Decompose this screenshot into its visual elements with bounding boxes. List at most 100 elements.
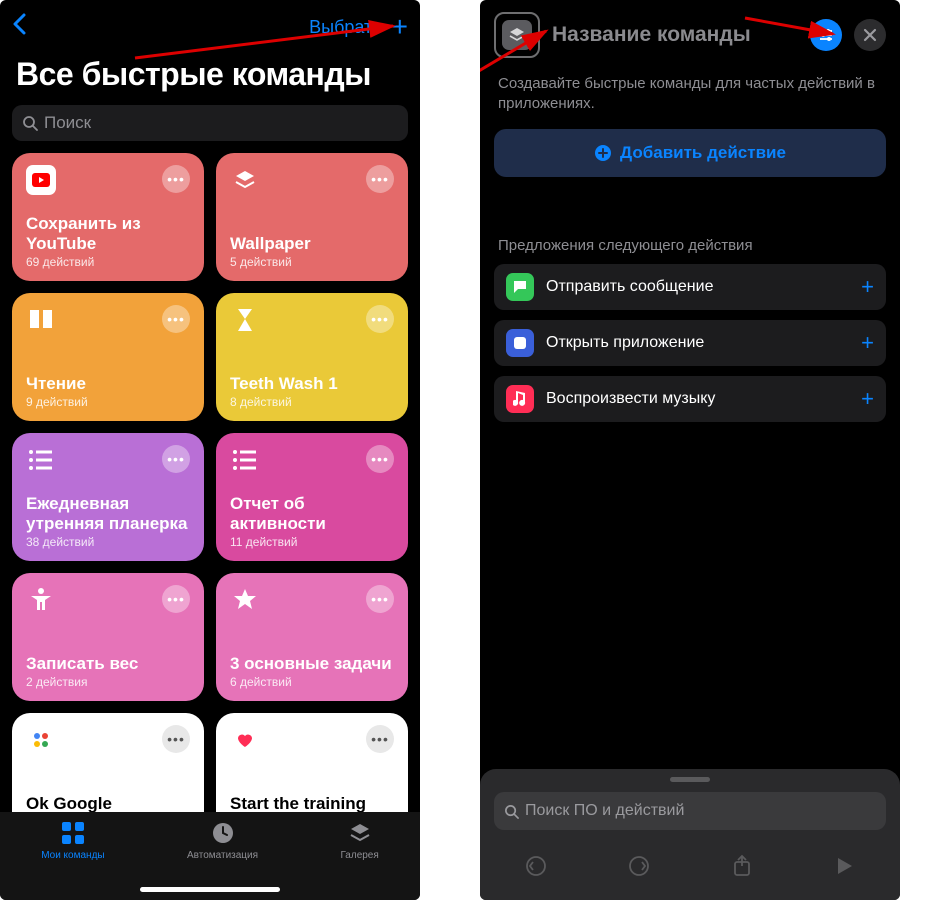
search-icon: [504, 804, 519, 819]
suggestion-row[interactable]: Отправить сообщение +: [494, 264, 886, 310]
card-more-button[interactable]: •••: [162, 585, 190, 613]
search-placeholder: Поиск: [44, 113, 91, 133]
toolbar-row: [480, 840, 900, 900]
add-suggestion-button[interactable]: +: [861, 274, 874, 300]
suggestions-header: Предложения следующего действия: [480, 177, 900, 264]
card-more-button[interactable]: •••: [366, 585, 394, 613]
redo-button[interactable]: [617, 848, 661, 884]
stack-icon: [508, 26, 526, 44]
search-input[interactable]: Поиск: [12, 105, 408, 141]
shortcut-icon-picker[interactable]: [494, 12, 540, 58]
suggestion-icon: [506, 385, 534, 413]
select-button[interactable]: Выбрать: [309, 17, 382, 38]
tab-label: Мои команды: [41, 850, 104, 861]
suggestion-label: Отправить сообщение: [546, 278, 713, 296]
card-more-button[interactable]: •••: [366, 725, 394, 753]
card-icon: [26, 165, 56, 195]
shortcut-editor-screen: Название команды Создавайте быстрые кома…: [480, 0, 900, 900]
drawer-grabber[interactable]: [670, 777, 710, 782]
suggestion-row[interactable]: Открыть приложение+: [494, 320, 886, 366]
card-title: Ok Google: [26, 794, 190, 812]
card-title: Ежедневная утренняя планерка: [26, 494, 190, 533]
search-icon: [22, 115, 38, 131]
card-icon: [230, 445, 260, 475]
card-title: Отчет об активности: [230, 494, 394, 533]
home-indicator[interactable]: [140, 887, 280, 892]
shortcut-card[interactable]: ••• Записать вес2 действия: [12, 573, 204, 701]
card-subtitle: 9 действий: [26, 395, 190, 409]
suggestion-label: Воспроизвести музыку: [546, 390, 715, 408]
shortcut-card[interactable]: •••Ok GoogleHey Google: [12, 713, 204, 811]
card-more-button[interactable]: •••: [162, 165, 190, 193]
shortcut-card[interactable]: ••• Ежедневная утренняя планерка 38 действ…: [12, 433, 204, 561]
card-title: Start the training: [230, 794, 394, 812]
shortcut-card[interactable]: •••Wallpaper5 действий: [216, 153, 408, 281]
card-more-button[interactable]: •••: [162, 725, 190, 753]
shortcut-card[interactable]: ••• 3 основные задачи6 действий: [216, 573, 408, 701]
card-icon: [230, 725, 260, 755]
card-icon: [230, 305, 260, 335]
shortcut-card[interactable]: •••Start the trainingТренировки: [216, 713, 408, 811]
run-button[interactable]: [823, 848, 867, 884]
card-more-button[interactable]: •••: [162, 305, 190, 333]
card-subtitle: 38 действий: [26, 535, 190, 549]
add-suggestion-button[interactable]: +: [861, 330, 874, 356]
page-title: Все быстрые команды: [0, 48, 420, 105]
card-icon: [26, 305, 56, 335]
add-action-button[interactable]: Добавить действие: [494, 129, 886, 177]
card-title: 3 основные задачи: [230, 654, 394, 674]
shortcuts-library-screen: Выбрать + Все быстрые команды Поиск •••С…: [0, 0, 420, 900]
actions-drawer[interactable]: Поиск ПО и действий: [480, 769, 900, 900]
card-subtitle: 2 действия: [26, 675, 190, 689]
close-button[interactable]: [854, 19, 886, 51]
card-subtitle: 8 действий: [230, 395, 394, 409]
card-title: Wallpaper: [230, 234, 394, 254]
card-icon: [26, 445, 56, 475]
card-more-button[interactable]: •••: [366, 165, 394, 193]
helper-text: Создавайте быстрые команды для частых де…: [480, 68, 900, 129]
grid-icon: [60, 820, 86, 846]
shortcut-card[interactable]: ••• Чтение9 действий: [12, 293, 204, 421]
card-title: Чтение: [26, 374, 190, 394]
add-shortcut-button[interactable]: +: [392, 18, 408, 36]
shortcut-card[interactable]: •••Отчет об активности11 действий: [216, 433, 408, 561]
clock-icon: [210, 820, 236, 846]
card-icon: [230, 165, 260, 195]
nav-bar: Выбрать +: [0, 6, 420, 48]
tab-gallery[interactable]: Галерея: [340, 820, 378, 861]
card-more-button[interactable]: •••: [366, 305, 394, 333]
add-action-label: Добавить действие: [620, 143, 786, 163]
actions-search-placeholder: Поиск ПО и действий: [525, 802, 684, 820]
tab-label: Галерея: [340, 850, 378, 861]
stack-icon: [347, 820, 373, 846]
plus-circle-icon: [594, 144, 612, 162]
undo-button[interactable]: [514, 848, 558, 884]
shortcuts-grid: •••Сохранить из YouTube69 действий•••Wal…: [0, 153, 420, 811]
card-icon: [26, 725, 56, 755]
shortcut-card[interactable]: •••Сохранить из YouTube69 действий: [12, 153, 204, 281]
actions-search-input[interactable]: Поиск ПО и действий: [494, 792, 886, 830]
card-more-button[interactable]: •••: [162, 445, 190, 473]
share-button[interactable]: [720, 848, 764, 884]
back-chevron-icon[interactable]: [12, 13, 26, 42]
card-icon: [26, 585, 56, 615]
tab-bar: Мои команды Автоматизация Галерея: [0, 812, 420, 900]
card-more-button[interactable]: •••: [366, 445, 394, 473]
suggestion-row[interactable]: Воспроизвести музыку +: [494, 376, 886, 422]
shortcut-card[interactable]: ••• Teeth Wash 18 действий: [216, 293, 408, 421]
suggestion-icon: [506, 329, 534, 357]
card-subtitle: 6 действий: [230, 675, 394, 689]
tab-my-shortcuts[interactable]: Мои команды: [41, 820, 104, 861]
editor-header: Название команды: [480, 0, 900, 68]
shortcut-name-input[interactable]: Название команды: [552, 23, 798, 47]
suggestion-icon: [506, 273, 534, 301]
card-title: Teeth Wash 1: [230, 374, 394, 394]
settings-button[interactable]: [810, 19, 842, 51]
tab-automation[interactable]: Автоматизация: [187, 820, 258, 861]
card-subtitle: 69 действий: [26, 255, 190, 269]
card-title: Записать вес: [26, 654, 190, 674]
sliders-icon: [818, 27, 834, 43]
close-icon: [863, 28, 877, 42]
tab-label: Автоматизация: [187, 850, 258, 861]
add-suggestion-button[interactable]: +: [861, 386, 874, 412]
